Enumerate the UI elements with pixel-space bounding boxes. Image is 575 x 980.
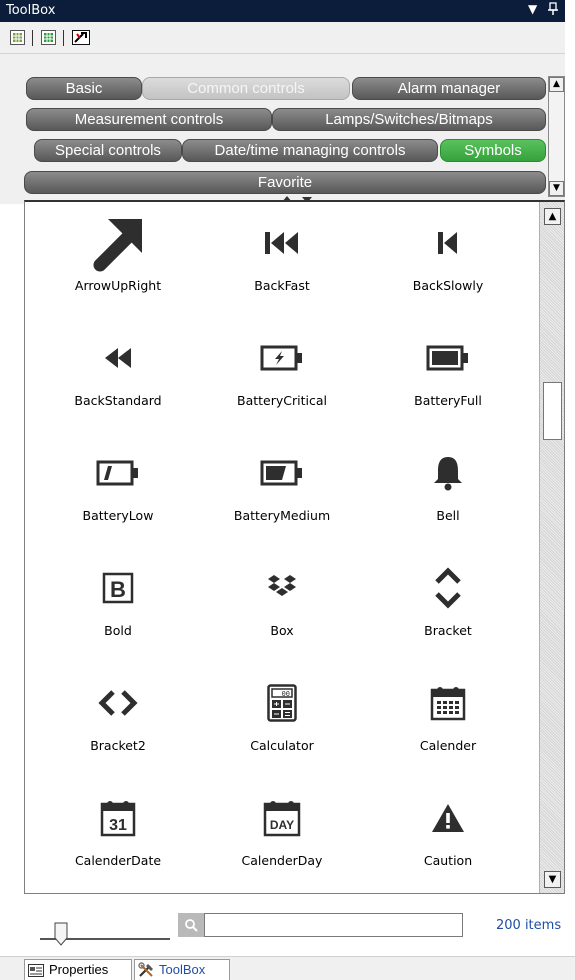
toolbar-separator: [63, 30, 64, 46]
symbol-item[interactable]: 00 Calculator: [197, 664, 367, 779]
list-view-icon[interactable]: [41, 30, 56, 45]
svg-text:B: B: [110, 577, 126, 602]
symbol-label: Bell: [436, 508, 460, 523]
toolbox-tools-icon: [138, 962, 155, 978]
bell-icon: [418, 448, 478, 498]
symbols-list-panel: ArrowUpRight BackFast BackSlowly BackStanda…: [24, 200, 565, 894]
symbol-label: Caution: [423, 853, 473, 868]
tabs-scrollbar[interactable]: ▲ ▼: [548, 76, 565, 197]
back-standard-icon: [88, 333, 148, 383]
tab-alarm-manager[interactable]: Alarm manager: [352, 77, 546, 100]
calender-day-icon: DAY: [252, 793, 312, 843]
symbol-label: BatteryCritical: [237, 393, 327, 408]
symbol-item[interactable]: BatteryFull: [363, 319, 533, 434]
toolbox-titlebar: ToolBox ▼: [0, 0, 565, 22]
symbol-label: Bold: [104, 623, 132, 638]
symbol-label: BackFast: [254, 278, 310, 293]
tab-special-controls[interactable]: Special controls: [34, 139, 182, 162]
dropdown-arrow-icon[interactable]: ▼: [528, 2, 537, 16]
symbol-label: BatteryMedium: [233, 508, 331, 523]
symbol-label: BatteryLow: [82, 508, 154, 523]
scroll-up-button[interactable]: ▲: [544, 208, 561, 225]
battery-full-icon: [418, 333, 478, 383]
grid-view-icon[interactable]: [10, 30, 25, 45]
symbol-label: BackSlowly: [412, 278, 484, 293]
symbol-item[interactable]: BackFast: [197, 204, 367, 319]
calender-date-icon: 31: [88, 793, 148, 843]
symbol-item[interactable]: Bracket2: [33, 664, 203, 779]
arrow-up-right-icon: [88, 218, 148, 272]
symbol-label: Bracket2: [90, 738, 146, 753]
symbol-label: Calender: [419, 738, 477, 753]
bracket-icon: [418, 563, 478, 613]
symbol-item[interactable]: Bracket: [363, 549, 533, 664]
symbol-label: CalenderDate: [74, 853, 162, 868]
symbol-item[interactable]: BatteryMedium: [197, 434, 367, 549]
scroll-thumb[interactable]: [543, 382, 562, 440]
symbol-item[interactable]: Caution: [363, 779, 533, 893]
tabs-scroll-down-button[interactable]: ▼: [549, 181, 564, 196]
bracket2-icon: [88, 678, 148, 728]
window-title: ToolBox: [6, 3, 56, 18]
symbols-grid: ArrowUpRight BackFast BackSlowly BackStanda…: [25, 202, 537, 892]
symbol-item[interactable]: BackStandard: [33, 319, 203, 434]
symbol-label: Bracket: [424, 623, 472, 638]
properties-icon: [28, 962, 45, 978]
symbol-label: BatteryFull: [414, 393, 482, 408]
symbol-item[interactable]: Box: [197, 549, 367, 664]
symbol-item[interactable]: BatteryLow: [33, 434, 203, 549]
caution-icon: [418, 793, 478, 843]
symbol-item[interactable]: Calender: [363, 664, 533, 779]
scroll-down-button[interactable]: ▼: [544, 871, 561, 888]
symbol-label: CalenderDay: [241, 853, 323, 868]
category-tabs: Basic Common controls Alarm manager Meas…: [0, 54, 565, 204]
symbol-item[interactable]: Bell: [363, 434, 533, 549]
calculator-icon: 00: [252, 678, 312, 728]
symbol-label: ArrowUpRight: [74, 278, 162, 293]
search-input[interactable]: [204, 913, 463, 937]
tab-lamps-switches-bitmaps[interactable]: Lamps/Switches/Bitmaps: [272, 108, 546, 131]
symbol-label: Calculator: [250, 738, 314, 753]
tab-properties-label: Properties: [49, 962, 109, 977]
svg-text:31: 31: [109, 817, 127, 834]
back-fast-icon: [252, 218, 312, 268]
battery-medium-icon: [252, 448, 312, 498]
tab-basic[interactable]: Basic: [26, 77, 142, 100]
tab-common-controls[interactable]: Common controls: [142, 77, 350, 100]
item-count: 200 items: [496, 918, 562, 933]
back-slowly-icon: [418, 218, 478, 268]
box-icon: [252, 563, 312, 613]
pin-icon[interactable]: [548, 2, 558, 19]
calender-icon: [418, 678, 478, 728]
tab-symbols[interactable]: Symbols: [440, 139, 546, 162]
symbol-item[interactable]: B Bold: [33, 549, 203, 664]
tab-favorite[interactable]: Favorite: [24, 171, 546, 194]
svg-text:DAY: DAY: [270, 818, 294, 832]
tab-toolbox[interactable]: ToolBox: [134, 959, 230, 980]
symbol-label: Box: [270, 623, 294, 638]
svg-text:00: 00: [282, 690, 290, 698]
tab-toolbox-label: ToolBox: [159, 962, 206, 977]
battery-low-icon: [88, 448, 148, 498]
symbol-item[interactable]: BackSlowly: [363, 204, 533, 319]
tab-datetime-managing-controls[interactable]: Date/time managing controls: [182, 139, 438, 162]
symbol-item[interactable]: DAY CalenderDay: [197, 779, 367, 893]
bottom-tabstrip: Properties ToolBox: [0, 956, 575, 980]
symbol-item[interactable]: BatteryCritical: [197, 319, 367, 434]
battery-critical-icon: [252, 333, 312, 383]
symbol-item[interactable]: ArrowUpRight: [33, 204, 203, 319]
tab-measurement-controls[interactable]: Measurement controls: [26, 108, 272, 131]
symbols-scrollbar[interactable]: ▲ ▼: [539, 202, 564, 893]
symbol-item[interactable]: 31 CalenderDate: [33, 779, 203, 893]
search-icon[interactable]: [178, 913, 204, 937]
tools-icon[interactable]: [72, 30, 90, 45]
toolbar-separator: [32, 30, 33, 46]
tab-properties[interactable]: Properties: [24, 959, 132, 980]
toolbar: [0, 22, 565, 54]
symbol-label: BackStandard: [74, 393, 162, 408]
bold-icon: B: [88, 563, 148, 613]
tabs-scroll-up-button[interactable]: ▲: [549, 77, 564, 92]
zoom-slider-thumb[interactable]: [54, 922, 68, 946]
